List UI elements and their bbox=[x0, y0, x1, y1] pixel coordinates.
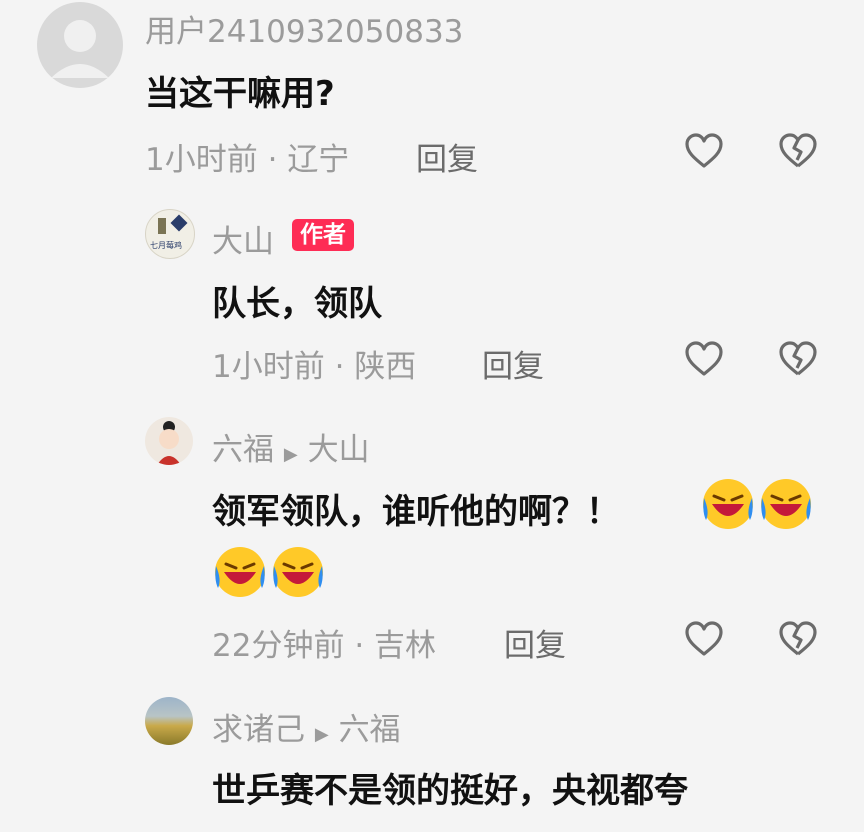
reply-to-username[interactable]: 六福 bbox=[339, 712, 401, 748]
comment-username[interactable]: 六福 bbox=[212, 432, 274, 468]
meta-separator: · bbox=[334, 349, 345, 385]
comment-location: 陕西 bbox=[354, 349, 417, 385]
heart-outline-icon[interactable] bbox=[684, 132, 724, 170]
avatar[interactable] bbox=[145, 697, 193, 745]
reply-button[interactable]: 回复 bbox=[504, 620, 566, 665]
heart-outline-icon[interactable] bbox=[684, 620, 724, 658]
comment-text: 世乒赛不是领的挺好，央视都夸 bbox=[212, 771, 688, 811]
comment-time: 1小时前 bbox=[145, 142, 258, 178]
comment-meta: 1小时前 · 陕西 bbox=[212, 341, 416, 386]
broken-heart-icon[interactable] bbox=[778, 620, 818, 658]
comment-text-line: 领军领队，谁听他的啊？！ bbox=[212, 484, 620, 533]
reply-button[interactable]: 回复 bbox=[482, 341, 544, 386]
laughing-crying-emoji bbox=[700, 476, 756, 532]
meta-separator: · bbox=[267, 142, 278, 178]
comment-time: 1小时前 bbox=[212, 349, 325, 385]
comment-text: 当这干嘛用? bbox=[145, 74, 335, 114]
comment-username[interactable]: 大山 bbox=[212, 216, 274, 261]
comment-meta: 1小时前 · 辽宁 bbox=[145, 134, 349, 179]
broken-heart-icon[interactable] bbox=[778, 340, 818, 378]
comment-header: 求诸己 ▶ 六福 bbox=[212, 704, 401, 749]
reply-to-username[interactable]: 大山 bbox=[308, 432, 370, 468]
comment-location: 吉林 bbox=[374, 628, 437, 664]
meta-separator: · bbox=[354, 628, 365, 664]
comment-location: 辽宁 bbox=[287, 142, 350, 178]
comment-username[interactable]: 用户2410932050833 bbox=[145, 6, 463, 51]
author-badge: 作者 bbox=[292, 219, 354, 251]
laughing-crying-emoji bbox=[212, 544, 268, 600]
laughing-crying-emoji bbox=[758, 476, 814, 532]
heart-outline-icon[interactable] bbox=[684, 340, 724, 378]
comment-text: 队长，领队 bbox=[212, 284, 382, 324]
comment-text: 领军领队，谁听他的啊？！ bbox=[212, 492, 620, 532]
avatar-label: 七月莓鸡 bbox=[150, 241, 182, 250]
laughing-crying-emoji bbox=[270, 544, 326, 600]
comment-header: 六福 ▶ 大山 bbox=[212, 424, 370, 469]
comment-username[interactable]: 求诸己 bbox=[212, 712, 305, 748]
comment-time: 22分钟前 bbox=[212, 628, 345, 664]
avatar[interactable] bbox=[145, 417, 193, 465]
play-arrow-icon: ▶ bbox=[314, 724, 329, 745]
play-arrow-icon: ▶ bbox=[283, 444, 298, 465]
avatar[interactable] bbox=[37, 2, 123, 88]
comment-meta: 22分钟前 · 吉林 bbox=[212, 620, 436, 665]
broken-heart-icon[interactable] bbox=[778, 132, 818, 170]
reply-button[interactable]: 回复 bbox=[416, 134, 478, 179]
avatar[interactable]: 七月莓鸡 bbox=[145, 209, 195, 259]
